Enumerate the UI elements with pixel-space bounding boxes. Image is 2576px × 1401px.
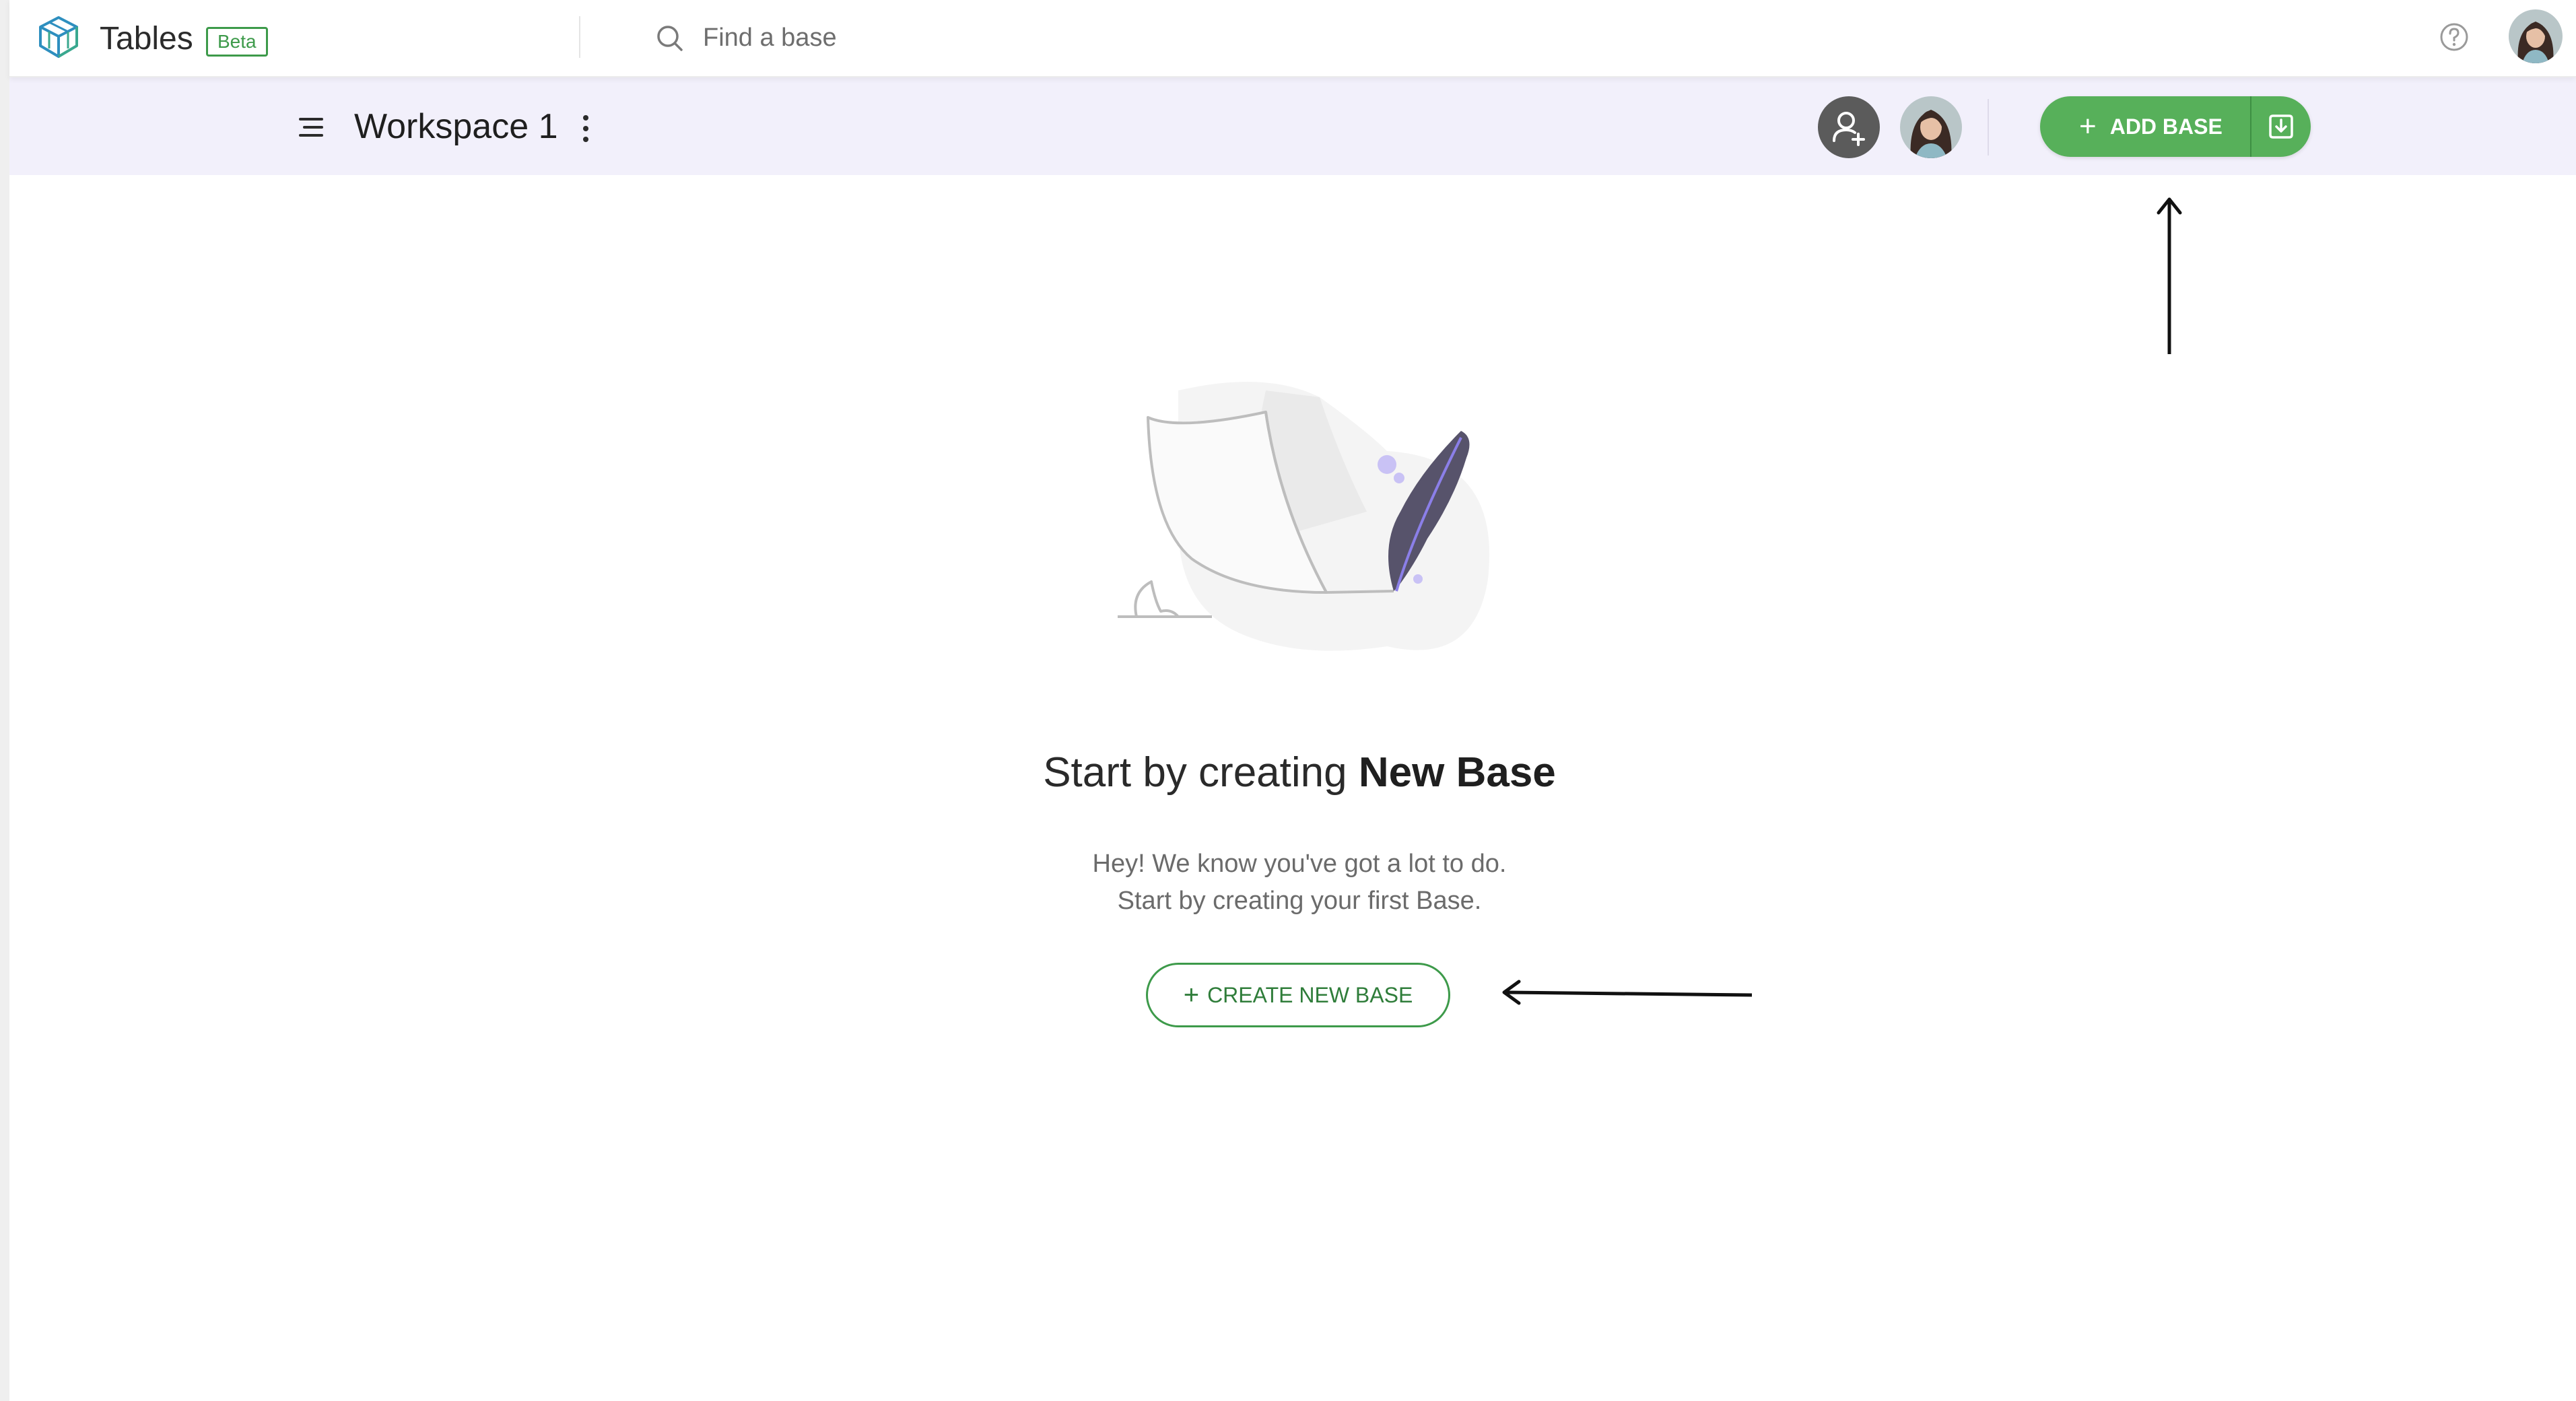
- beta-badge: Beta: [206, 27, 268, 57]
- page: Tables Beta Works: [0, 0, 2576, 1401]
- plus-icon: +: [1183, 980, 1200, 1010]
- help-circle-icon[interactable]: [2439, 22, 2470, 53]
- create-new-base-button[interactable]: + CREATE NEW BASE: [1146, 963, 1450, 1027]
- hamburger-icon[interactable]: [298, 115, 325, 139]
- empty-state-title-prefix: Start by creating: [1043, 749, 1347, 796]
- add-base-split-button: + ADD BASE: [2040, 96, 2311, 157]
- top-bar: Tables Beta: [9, 0, 2576, 77]
- add-base-button[interactable]: + ADD BASE: [2040, 96, 2250, 157]
- empty-state-description-line: Start by creating your first Base.: [1117, 887, 1482, 915]
- app-title: Tables: [100, 21, 193, 57]
- empty-state-description: Hey! We know you've got a lot to do. Sta…: [929, 846, 1670, 920]
- add-user-icon: [1833, 112, 1865, 146]
- member-avatar[interactable]: [1900, 96, 1962, 158]
- empty-state-description-line: Hey! We know you've got a lot to do.: [1092, 850, 1507, 878]
- kebab-menu-icon[interactable]: [579, 112, 592, 145]
- user-avatar[interactable]: [2509, 9, 2563, 63]
- arrow-left-icon: [1502, 980, 1753, 1005]
- workspace-bar: Workspace 1 + ADD BASE: [9, 77, 2576, 175]
- import-base-button[interactable]: [2251, 96, 2311, 157]
- add-base-label: ADD BASE: [2109, 114, 2223, 139]
- empty-state-title-bold: New Base: [1358, 749, 1556, 796]
- invite-user-button[interactable]: [1818, 96, 1880, 158]
- empty-state-title: Start by creating New Base: [862, 745, 1737, 801]
- download-icon: [2269, 114, 2293, 139]
- arrow-up-icon: [2157, 197, 2182, 354]
- search-icon: [657, 26, 683, 51]
- create-new-base-label: CREATE NEW BASE: [1207, 982, 1413, 1007]
- search-input[interactable]: [703, 16, 1511, 59]
- workspace-divider: [1988, 99, 1989, 156]
- plus-icon: +: [2079, 110, 2097, 143]
- top-divider: [579, 16, 580, 58]
- left-edge: [0, 0, 9, 1401]
- paper-and-quill-illustration: [1118, 382, 1490, 651]
- workspace-title[interactable]: Workspace 1: [354, 104, 558, 149]
- cube-logo-icon[interactable]: [36, 15, 81, 59]
